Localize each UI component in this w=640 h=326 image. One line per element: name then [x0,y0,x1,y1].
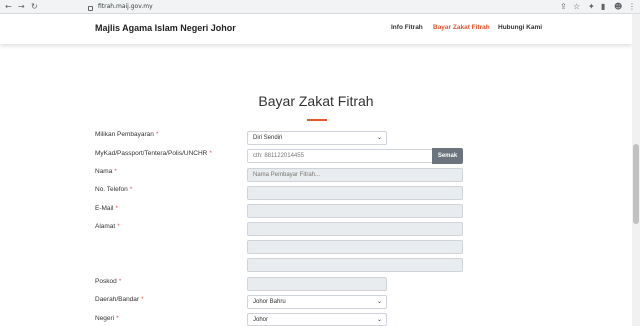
chevron-down-icon: ⌄ [376,299,382,305]
page-title: Bayar Zakat Fitrah [258,93,374,109]
alamat-line1-input[interactable] [247,222,463,236]
share-icon[interactable]: ⇪ [560,1,567,13]
label-daerah: Daerah/Bandar * [95,296,144,303]
alamat-line3-input[interactable] [247,258,463,272]
daerah-value: Johor Bahru [253,299,286,305]
reload-icon[interactable]: ↻ [31,1,38,13]
nav-info-fitrah[interactable]: Info Fitrah [391,24,423,31]
brand-title[interactable]: Majlis Agama Islam Negeri Johor [95,23,236,33]
nav-hubungi-kami[interactable]: Hubungi Kami [498,24,542,31]
label-email: E-Mail * [95,205,118,212]
sidepanel-icon[interactable]: ▮ [601,1,605,13]
alamat-line2-input[interactable] [247,240,463,254]
browser-toolbar: ← → ↻ fitrah.maij.gov.my ⇪ ☆ ✦ ▮ ☻ ⋮ [0,0,640,14]
nama-placeholder: Nama Pembayar Fitrah... [253,172,321,178]
bookmark-star-icon[interactable]: ☆ [573,1,580,13]
lock-icon [88,6,93,11]
menu-kebab-icon[interactable]: ⋮ [628,1,636,13]
chevron-down-icon: ⌄ [376,135,382,141]
nav-bayar-zakat-fitrah[interactable]: Bayar Zakat Fitrah [433,24,490,31]
label-telefon: No. Telefon * [95,186,133,193]
forward-icon[interactable]: → [18,1,25,13]
negeri-select[interactable]: Johor ⌄ [247,313,387,326]
milikan-select[interactable]: Diri Sendiri ⌄ [247,131,387,145]
milikan-value: Diri Sendiri [253,135,283,141]
semak-button[interactable]: Semak [432,148,463,164]
chevron-down-icon: ⌄ [376,317,382,323]
nama-input[interactable]: Nama Pembayar Fitrah... [247,168,463,182]
url-text: fitrah.maij.gov.my [98,3,153,10]
poskod-input[interactable] [247,277,387,291]
back-icon[interactable]: ← [5,1,12,13]
email-input[interactable] [247,204,463,218]
label-poskod: Poskod * [95,278,122,285]
address-bar[interactable]: fitrah.maij.gov.my [42,2,552,12]
label-milikan: Milikan Pembayaran * [95,131,159,138]
page-scrollbar[interactable] [632,14,640,326]
profile-icon[interactable]: ☻ [614,1,622,13]
daerah-select[interactable]: Johor Bahru ⌄ [247,295,387,309]
scrollbar-thumb[interactable] [633,144,639,224]
extensions-icon[interactable]: ✦ [588,1,595,13]
mykad-input[interactable]: cth: 881122014455 [247,149,433,163]
label-negeri: Negeri * [95,315,119,322]
telefon-input[interactable] [247,186,463,200]
label-alamat: Alamat * [95,223,120,230]
mykad-placeholder: cth: 881122014455 [253,153,304,159]
site-header: Majlis Agama Islam Negeri Johor Info Fit… [0,14,632,44]
label-nama: Nama * [95,168,117,175]
negeri-value: Johor [253,317,269,323]
title-underline [307,119,327,121]
label-mykad: MyKad/Passport/Tentera/Polis/UNCHR * [95,150,212,157]
